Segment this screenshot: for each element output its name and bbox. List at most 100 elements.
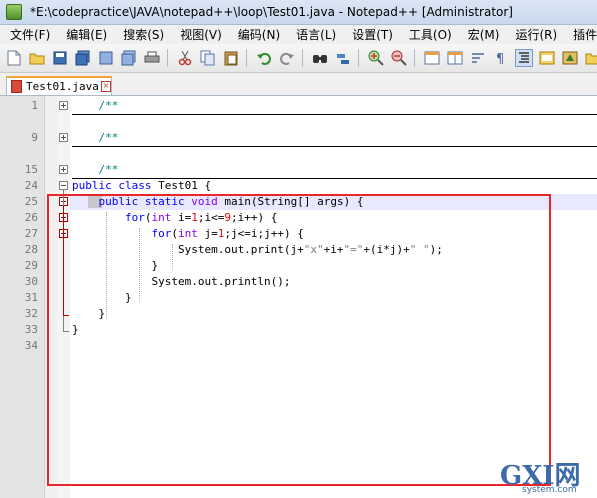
function-list-icon[interactable] — [561, 49, 579, 67]
code-line: 32 } — [0, 306, 597, 322]
code-text: public class Test01 { — [72, 179, 212, 192]
line-number: 33 — [24, 323, 38, 336]
menu-plugins[interactable]: 插件(P) — [563, 26, 597, 43]
line-number: 32 — [24, 307, 38, 320]
folder-icon[interactable] — [584, 49, 597, 67]
close-icon[interactable] — [97, 49, 115, 67]
line-number: 34 — [24, 339, 38, 352]
site-watermark: GXI网 system.com — [500, 455, 592, 495]
code-line: 33 } — [0, 322, 597, 338]
code-text: System.out.print(j+"x"+i+"="+(i*j)+" "); — [72, 243, 443, 256]
toolbar: ¶ — [0, 44, 597, 73]
fold-tree-end — [63, 331, 69, 332]
menu-search[interactable]: 搜索(S) — [113, 26, 170, 43]
code-text: } — [72, 307, 106, 320]
line-number: 25 — [24, 195, 38, 208]
redo-icon[interactable] — [278, 49, 296, 67]
indent-guide — [172, 244, 173, 270]
doc-map-icon[interactable] — [538, 49, 556, 67]
code-line: 24 public class Test01 { — [0, 178, 597, 194]
line-number: 29 — [24, 259, 38, 272]
toolbar-separator — [167, 49, 168, 67]
code-text: /** — [72, 99, 119, 112]
menu-encoding[interactable]: 编码(N) — [228, 26, 286, 43]
fold-tree-line-active — [63, 206, 64, 316]
code-text: /** — [72, 131, 119, 144]
svg-text:¶: ¶ — [496, 52, 504, 65]
code-line: 28 System.out.print(j+"x"+i+"="+(i*j)+" … — [0, 242, 597, 258]
menu-language[interactable]: 语言(L) — [286, 26, 342, 43]
zoom-out-icon[interactable] — [390, 49, 408, 67]
code-line: 26 for(int i=1;i<=9;i++) { — [0, 210, 597, 226]
show-all-chars-icon[interactable]: ¶ — [492, 49, 510, 67]
menu-edit[interactable]: 编辑(E) — [56, 26, 113, 43]
indent-guide — [139, 228, 140, 302]
menu-view[interactable]: 视图(V) — [170, 26, 228, 43]
expand-fold-icon[interactable] — [59, 133, 68, 142]
open-icon[interactable] — [28, 49, 46, 67]
menu-file[interactable]: 文件(F) — [0, 26, 56, 43]
zoom-in-icon[interactable] — [367, 49, 385, 67]
find-icon[interactable] — [311, 49, 329, 67]
line-number: 24 — [24, 179, 38, 192]
save-all-icon[interactable] — [74, 49, 92, 67]
code-line: 30 System.out.println(); — [0, 274, 597, 290]
code-line: 15 /** — [0, 162, 597, 178]
line-number: 31 — [24, 291, 38, 304]
menu-bar: 文件(F) 编辑(E) 搜索(S) 视图(V) 编码(N) 语言(L) 设置(T… — [0, 25, 597, 44]
save-icon[interactable] — [51, 49, 69, 67]
wrap-icon[interactable] — [469, 49, 487, 67]
code-text: for(int i=1;i<=9;i++) { — [124, 211, 278, 224]
code-text: } — [72, 291, 132, 304]
code-text: public static void main(String[] args) { — [98, 195, 364, 208]
tab-bar: Test01.java × — [0, 73, 597, 96]
toolbar-separator — [358, 49, 359, 67]
code-line: 1 /** — [0, 98, 597, 114]
indent-guide — [106, 212, 107, 318]
indent-guide-icon[interactable] — [515, 49, 533, 67]
menu-macro[interactable]: 宏(M) — [458, 26, 506, 43]
code-text: /** — [72, 163, 119, 176]
code-editor[interactable]: 1 /** 9 /** 15 /** 24 public class Test0… — [0, 96, 597, 498]
line-number: 28 — [24, 243, 38, 256]
code-line: 34 — [0, 338, 597, 354]
title-bar: *E:\codepractice\JAVA\notepad++\loop\Tes… — [0, 0, 597, 25]
undo-icon[interactable] — [255, 49, 273, 67]
collapse-fold-icon[interactable] — [59, 181, 68, 190]
paste-icon[interactable] — [222, 49, 240, 67]
line-number: 26 — [24, 211, 38, 224]
tab-test01-java[interactable]: Test01.java × — [6, 76, 112, 95]
toolbar-separator — [302, 49, 303, 67]
code-line: 27 for(int j=1;j<=i;j++) { — [0, 226, 597, 242]
fold-tree-end — [63, 315, 69, 316]
print-icon[interactable] — [143, 49, 161, 67]
code-text: } — [72, 259, 159, 272]
line-number: 27 — [24, 227, 38, 240]
window-title: *E:\codepractice\JAVA\notepad++\loop\Tes… — [30, 5, 513, 19]
toolbar-separator — [414, 49, 415, 67]
close-all-icon[interactable] — [120, 49, 138, 67]
code-text: } — [72, 323, 79, 336]
replace-icon[interactable] — [334, 49, 352, 67]
code-line: 29 } — [0, 258, 597, 274]
watermark-domain: system.com — [522, 485, 577, 495]
menu-settings[interactable]: 设置(T) — [342, 26, 399, 43]
code-text: System.out.println(); — [72, 275, 291, 288]
notepad-plus-plus-icon — [6, 4, 22, 20]
line-number: 30 — [24, 275, 38, 288]
cut-icon[interactable] — [176, 49, 194, 67]
line-number: 9 — [31, 131, 38, 144]
line-number: 1 — [31, 99, 38, 112]
tab-close-icon[interactable]: × — [100, 81, 111, 92]
expand-fold-icon[interactable] — [59, 101, 68, 110]
new-icon[interactable] — [5, 49, 23, 67]
folded-block-line — [72, 146, 597, 147]
menu-tools[interactable]: 工具(O) — [399, 26, 458, 43]
menu-run[interactable]: 运行(R) — [505, 26, 563, 43]
toolbar-separator — [246, 49, 247, 67]
code-line: 31 } — [0, 290, 597, 306]
copy-icon[interactable] — [199, 49, 217, 67]
expand-fold-icon[interactable] — [59, 165, 68, 174]
sync-v-icon[interactable] — [423, 49, 441, 67]
sync-h-icon[interactable] — [446, 49, 464, 67]
